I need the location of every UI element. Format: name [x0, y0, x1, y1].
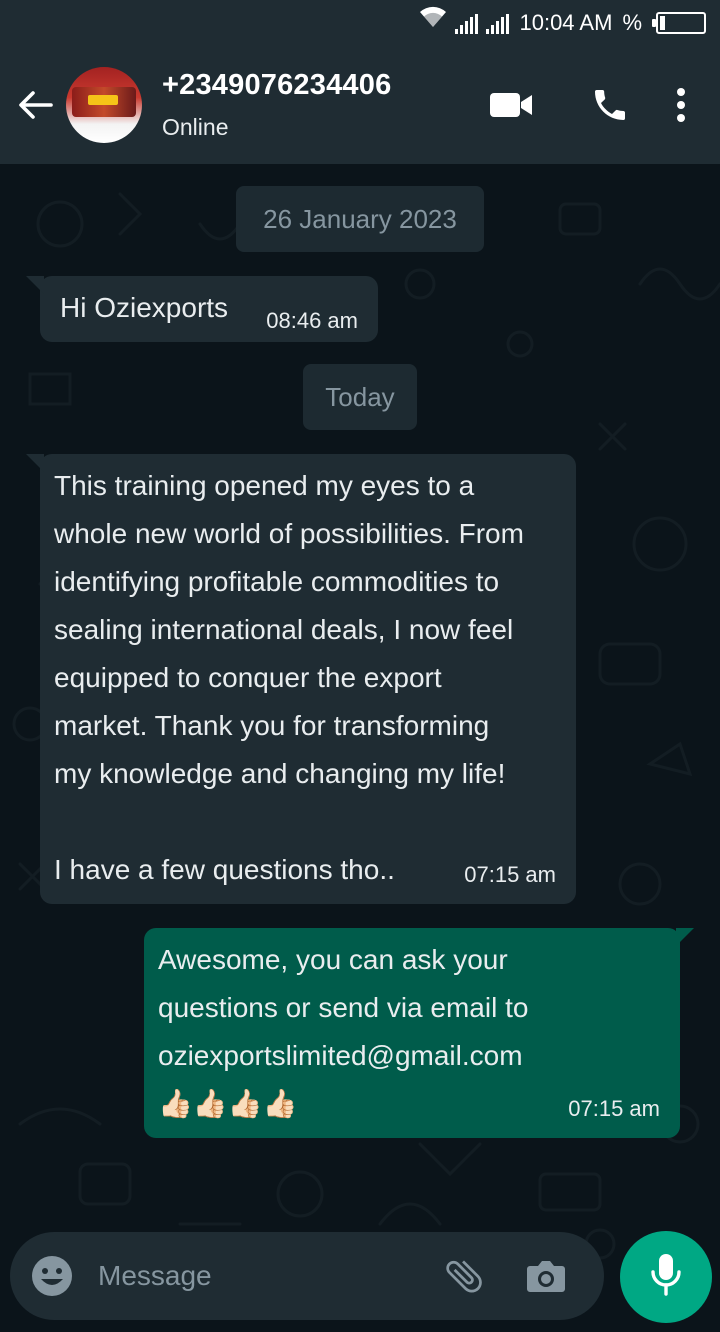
incoming-message[interactable]: This training opened my eyes to a whole …: [26, 454, 576, 904]
video-call-icon[interactable]: [476, 75, 546, 135]
date-chip: Today: [303, 364, 417, 430]
more-vert-icon[interactable]: [656, 75, 706, 135]
message-time: 07:15 am: [464, 862, 556, 887]
message-time: 07:15 am: [568, 1096, 660, 1121]
incoming-message[interactable]: Hi Oziexports 08:46 am: [26, 276, 378, 342]
back-arrow-icon[interactable]: [6, 75, 64, 135]
contact-status: Online: [162, 114, 229, 140]
message-text: Hi Oziexports: [60, 292, 229, 323]
contact-info[interactable]: +2349076234406 Online: [162, 69, 476, 141]
battery-icon: [652, 12, 706, 34]
emoji-icon[interactable]: [30, 1254, 74, 1298]
date-chip: 26 January 2023: [236, 186, 484, 252]
clock: 10:04 AM: [519, 10, 613, 35]
attach-icon[interactable]: [442, 1254, 486, 1298]
battery-percent: %: [622, 10, 642, 35]
mic-icon: [648, 1252, 684, 1303]
outgoing-message[interactable]: Awesome, you can ask your questions or s…: [144, 928, 694, 1138]
signal-icon: [486, 14, 510, 34]
chat-header: +2349076234406 Online: [0, 46, 720, 164]
message-input[interactable]: Message: [98, 1260, 442, 1292]
avatar[interactable]: [66, 67, 142, 143]
mic-button[interactable]: [620, 1231, 712, 1323]
signal-icon: [455, 14, 479, 34]
message-input-bar: Message: [10, 1232, 604, 1320]
phone-icon[interactable]: [572, 75, 648, 135]
message-text: This training opened my eyes to a whole …: [54, 470, 524, 885]
camera-icon[interactable]: [524, 1254, 568, 1298]
status-icons: [419, 6, 510, 34]
chat-area[interactable]: 26 January 2023 Hi Oziexports 08:46 am T…: [0, 164, 720, 1332]
wifi-icon: [419, 6, 447, 34]
status-bar: 10:04 AM %: [0, 0, 720, 46]
message-time: 08:46 am: [266, 308, 358, 333]
contact-name: +2349076234406: [162, 69, 392, 101]
